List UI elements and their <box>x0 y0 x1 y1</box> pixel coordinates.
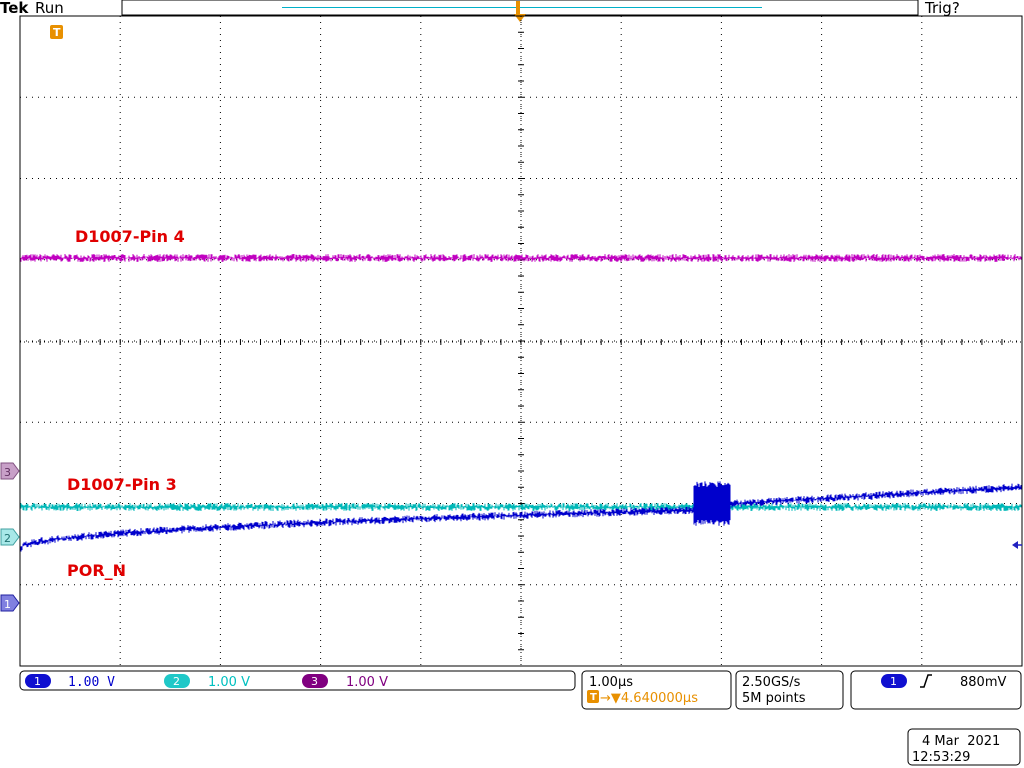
timebase-trigger-position: →▼4.640000µs <box>600 691 698 706</box>
record-overview-bar[interactable] <box>121 0 919 16</box>
svg-text:2: 2 <box>4 532 11 545</box>
sample-rate: 2.50GS/s <box>742 675 801 690</box>
ch2-ground-marker-icon[interactable]: 2 <box>0 528 20 546</box>
ch3-scale[interactable]: 1.00 V <box>346 675 388 690</box>
svg-text:T: T <box>590 692 597 703</box>
trace-label-d1007-pin4: D1007-Pin 4 <box>75 227 185 246</box>
trigger-position-icon <box>514 14 526 22</box>
ch3-ground-marker-icon[interactable]: 3 <box>0 462 20 480</box>
ch2-badge[interactable]: 2 <box>164 674 190 688</box>
ch3-badge[interactable]: 3 <box>302 674 328 688</box>
trigger-position-t-icon: T <box>587 690 599 703</box>
trigger-status: Trig? <box>924 0 960 17</box>
record-length: 5M points <box>742 691 806 706</box>
timebase-scale: 1.00µs <box>589 675 633 690</box>
graticule <box>19 15 1023 667</box>
time: 12:53:29 <box>912 750 970 765</box>
trace-label-d1007-pin3: D1007-Pin 3 <box>67 475 177 494</box>
trigger-level: 880mV <box>960 675 1006 690</box>
brand-logo: Tek <box>0 0 29 17</box>
ch1-badge[interactable]: 1 <box>25 674 51 688</box>
trace-label-por-n: POR_N <box>67 561 126 580</box>
ch1-scale[interactable]: 1.00 V <box>68 675 115 690</box>
svg-text:1: 1 <box>890 675 897 688</box>
svg-text:2: 2 <box>173 675 180 688</box>
svg-text:1: 1 <box>34 675 41 688</box>
svg-text:1: 1 <box>4 598 11 611</box>
trigger-source-badge: 1 <box>881 674 907 688</box>
run-state: Run <box>35 0 64 17</box>
trigger-level-marker-icon[interactable] <box>1012 541 1022 549</box>
date: 4 Mar 2021 <box>922 734 1000 749</box>
ch2-scale[interactable]: 1.00 V <box>208 675 250 690</box>
trigger-marker-icon[interactable]: T <box>50 25 63 39</box>
ch1-burst <box>693 481 731 526</box>
svg-text:3: 3 <box>311 675 318 688</box>
svg-text:3: 3 <box>4 466 11 479</box>
ch1-ground-marker-icon[interactable]: 1 <box>0 594 20 612</box>
svg-text:T: T <box>53 26 61 39</box>
